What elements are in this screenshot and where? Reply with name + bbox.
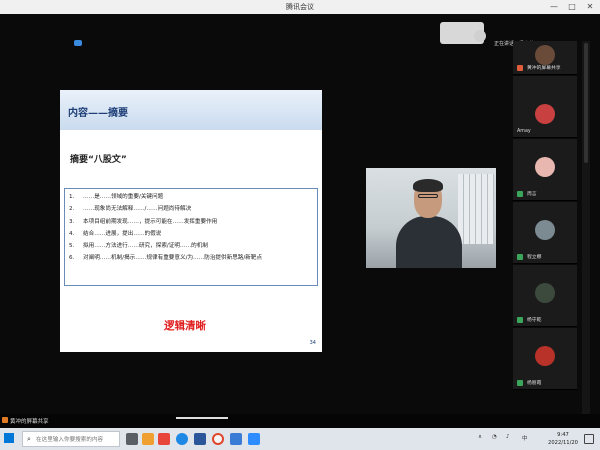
item-number: 2.: [69, 206, 75, 213]
avatar: [535, 157, 555, 177]
task-view-icon[interactable]: [126, 433, 138, 445]
slide-list-item: 3. 本项目组前期发现……，提示可能在……发挥重要作用: [69, 216, 313, 228]
avatar: [535, 45, 555, 65]
window-title-bar: 腾讯会议 — □ ✕: [0, 0, 600, 14]
participant-scrollbar[interactable]: [582, 41, 590, 428]
presenter-video[interactable]: [366, 168, 496, 268]
item-text: ……是……领域的重要/关键问题: [83, 194, 164, 200]
slide-list-item: 6. 对阐明……机制/揭示……规律有重要意义/为……防治提供新思路/新靶点: [69, 252, 313, 264]
minimize-button[interactable]: —: [548, 1, 560, 13]
presenter-body: [396, 216, 462, 268]
slide-list-item: 2. ……现象尚无法解释……/……问题尚待解决: [69, 203, 313, 215]
participant-name: Amay: [517, 129, 531, 134]
participant-tile[interactable]: 周言: [513, 139, 577, 201]
slide-list: 1. ……是……领域的重要/关键问题 2. ……现象尚无法解释……/……问题尚待解决…: [65, 189, 317, 267]
item-number: 5.: [69, 243, 75, 250]
maximize-button[interactable]: □: [566, 1, 578, 13]
browser-icon[interactable]: [176, 433, 188, 445]
item-text: 对阐明……机制/揭示……规律有重要意义/为……防治提供新思路/新靶点: [83, 255, 263, 262]
slide-header: 内容——摘要: [60, 90, 322, 130]
mic-icon: [517, 380, 523, 386]
shared-slide: 内容——摘要 摘要“八股文” 1. ……是……领域的重要/关键问题 2. ……现象尚…: [60, 90, 322, 352]
windows-start-icon[interactable]: [4, 433, 14, 443]
participant-tile[interactable]: 程立娜: [513, 202, 577, 264]
clock-date: 2022/11/20: [548, 440, 578, 446]
taskbar: ⌕ ∧ ◔ ♪ 中 9:47 2022/11/20: [0, 428, 600, 450]
tray-expand-icon[interactable]: ∧: [478, 434, 482, 440]
participant-name: 黄冲的屏幕共享: [527, 66, 561, 71]
participant-tile[interactable]: Amay: [513, 76, 577, 138]
volume-icon[interactable]: ♪: [506, 434, 510, 440]
scrollbar-thumb[interactable]: [584, 43, 588, 163]
mic-icon: [517, 317, 523, 323]
security-icon[interactable]: [74, 40, 82, 46]
presenter-hair: [413, 179, 443, 192]
participant-tile[interactable]: 杨守乾: [513, 265, 577, 327]
participant-tile[interactable]: 黄冲的屏幕共享: [513, 41, 577, 75]
slide-title: 内容——摘要: [68, 108, 128, 119]
slide-subtitle: 摘要“八股文”: [70, 155, 127, 165]
screen-share-icon: [2, 417, 8, 423]
app-icon[interactable]: [230, 433, 242, 445]
presenter-glasses: [418, 194, 438, 198]
slide-list-box: 1. ……是……领域的重要/关键问题 2. ……现象尚无法解释……/……问题尚待解决…: [64, 188, 318, 286]
screen-share-bar: 黄冲的屏幕共享: [0, 414, 600, 428]
avatar: [535, 346, 555, 366]
item-number: 3.: [69, 218, 75, 225]
network-icon[interactable]: ◔: [492, 434, 497, 440]
bookshelf-background: [458, 174, 494, 244]
mic-icon: [517, 191, 523, 197]
item-number: 1.: [69, 194, 75, 200]
search-icon: ⌕: [27, 435, 31, 443]
word-icon[interactable]: [194, 433, 206, 445]
participant-tile[interactable]: 杨丽霞: [513, 328, 577, 390]
mic-icon: [517, 254, 523, 260]
close-button[interactable]: ✕: [584, 1, 596, 13]
mic-muted-icon: [517, 65, 523, 71]
app-icon[interactable]: [158, 433, 170, 445]
slide-list-item: 5. 拟用……方法进行……研究，探索/证明……的机制: [69, 240, 313, 252]
participant-name: 周言: [527, 192, 537, 197]
participant-name: 杨守乾: [527, 318, 542, 323]
avatar: [535, 283, 555, 303]
item-number: 6.: [69, 255, 75, 262]
avatar: [535, 220, 555, 240]
screen-share-label: 黄冲的屏幕共享: [10, 419, 49, 425]
search-input[interactable]: [36, 434, 118, 445]
ime-indicator[interactable]: 中: [522, 434, 528, 442]
slide-list-item: 1. ……是……领域的重要/关键问题: [69, 191, 313, 203]
slide-page-number: 34: [309, 340, 316, 346]
avatar: [535, 104, 555, 124]
floating-mic-icon[interactable]: [474, 30, 486, 42]
participant-name: 程立娜: [527, 255, 542, 260]
taskbar-search-box[interactable]: ⌕: [22, 431, 120, 447]
clock-time: 9:47: [557, 432, 569, 438]
participant-panel: 黄冲的屏幕共享 Amay 周言 程立娜 杨守乾 杨丽霞: [513, 41, 577, 428]
desktop-screen: 腾讯会议 — □ ✕ 内容——摘要 摘要“八股文” 1. ……是……领域的重要/关…: [0, 0, 600, 450]
participant-name: 杨丽霞: [527, 381, 542, 386]
file-explorer-icon[interactable]: [142, 433, 154, 445]
item-text: ……现象尚无法解释……/……问题尚待解决: [83, 206, 192, 213]
item-text: 拟用……方法进行……研究，探索/证明……的机制: [83, 243, 208, 250]
slide-list-item: 4. 结合……进展，提出……的假说: [69, 228, 313, 240]
chrome-icon[interactable]: [212, 433, 224, 445]
item-number: 4.: [69, 230, 75, 237]
clock[interactable]: 9:47 2022/11/20: [548, 431, 578, 447]
item-text: 本项目组前期发现……，提示可能在……发挥重要作用: [83, 218, 218, 225]
slide-emphasis: 逻辑清晰: [164, 320, 206, 332]
notification-icon[interactable]: [584, 434, 594, 444]
share-progress-line: [176, 417, 228, 419]
item-text: 结合……进展，提出……的假说: [83, 230, 162, 237]
tencent-meeting-icon[interactable]: [248, 433, 260, 445]
window-title: 腾讯会议: [286, 3, 314, 11]
